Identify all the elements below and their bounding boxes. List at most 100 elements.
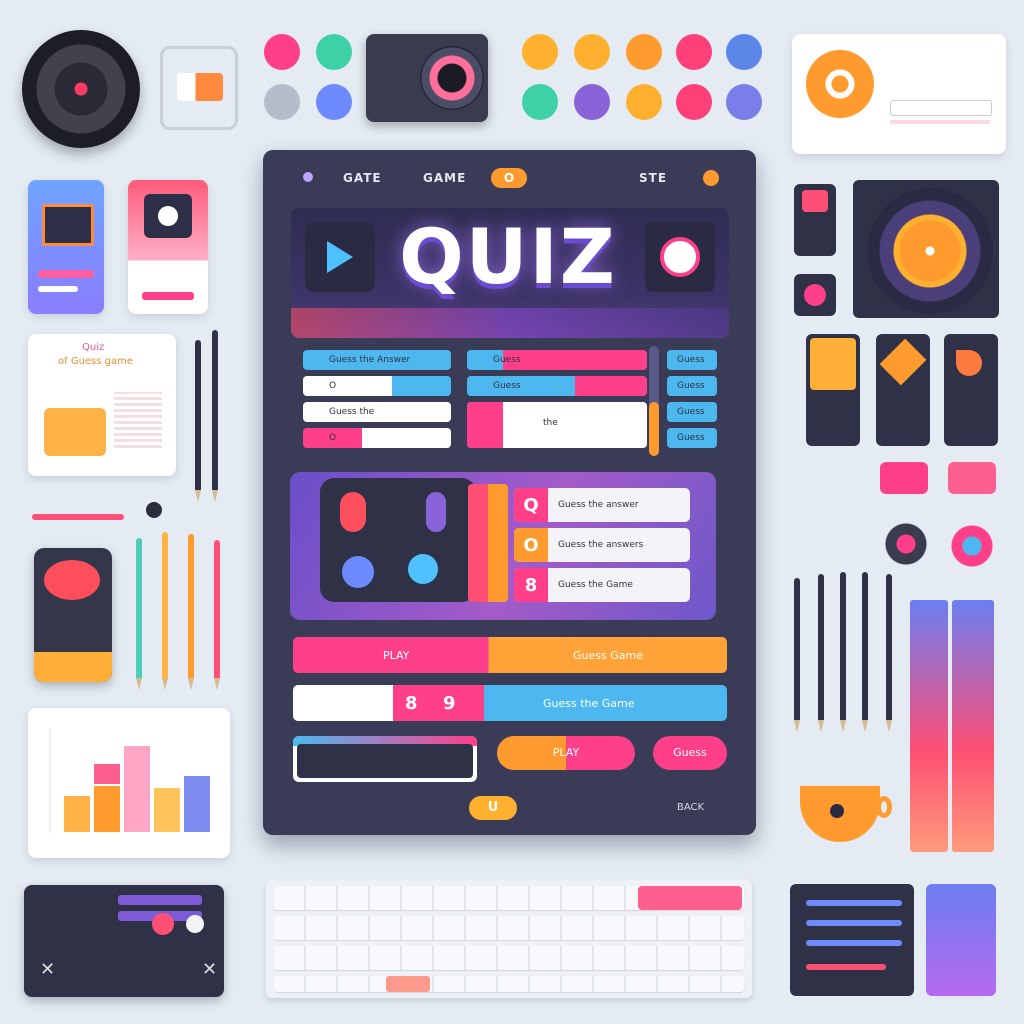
phone-card-blue	[28, 180, 104, 314]
dot-row	[293, 736, 477, 782]
teal-button[interactable]	[408, 554, 438, 584]
gradient-card	[926, 884, 996, 996]
control-panel: ✕ ✕	[24, 885, 224, 997]
answer-option[interactable]: 8 Guess the Game	[514, 568, 690, 602]
answer-option[interactable]: O Guess the answers	[514, 528, 690, 562]
mini-card[interactable]	[794, 184, 836, 256]
controller-pad	[320, 478, 476, 602]
guess-bar-tag: 8	[405, 692, 418, 714]
button-knob	[146, 502, 162, 518]
pencil	[136, 538, 142, 690]
play-bar[interactable]: PLAY Guess Game	[293, 637, 727, 673]
target-card	[792, 34, 1006, 154]
answer-option[interactable]: Q Guess the answer	[514, 488, 690, 522]
white-knob[interactable]	[186, 915, 204, 933]
pencil	[188, 534, 194, 690]
pencil	[794, 578, 800, 732]
target-icon	[806, 50, 874, 118]
phone-card-pink	[128, 180, 208, 314]
pencil	[195, 340, 201, 502]
tab-badge[interactable]: O	[491, 168, 527, 188]
red-knob[interactable]	[152, 913, 174, 935]
progress-track	[649, 346, 659, 456]
pencil	[840, 572, 846, 732]
teal-icon[interactable]	[316, 34, 352, 70]
notebook-card: Quiz of Guess game	[28, 334, 176, 476]
quiz-tablet: GATE GAME O STE QUIZ Guess the Answer O …	[263, 150, 756, 835]
teal-icon[interactable]	[522, 84, 558, 120]
phone-stand	[160, 46, 238, 130]
blue-icon[interactable]	[726, 34, 762, 70]
blue-icon[interactable]	[316, 84, 352, 120]
question-card[interactable]: the	[467, 402, 647, 448]
pink-icon[interactable]	[264, 34, 300, 70]
question-option[interactable]: Guess	[467, 350, 647, 370]
question-option[interactable]: O	[303, 428, 451, 448]
tab-end-icon[interactable]	[703, 170, 719, 186]
guess-bar-tag: 9	[443, 692, 456, 714]
question-option[interactable]: Guess the Answer	[303, 350, 451, 370]
game-card[interactable]	[876, 334, 930, 446]
red-button[interactable]	[340, 492, 366, 532]
vinyl-icon	[867, 188, 993, 314]
mini-card[interactable]	[794, 274, 836, 316]
question-card-text: the	[543, 418, 558, 428]
ruler-strip	[952, 600, 994, 852]
pink-chip[interactable]	[948, 462, 996, 494]
purple-button[interactable]	[426, 492, 446, 532]
question-option[interactable]: Guess the	[303, 402, 451, 422]
purple-icon[interactable]	[726, 84, 762, 120]
list-card	[790, 884, 914, 996]
game-card[interactable]	[944, 334, 998, 446]
question-option[interactable]: Guess	[467, 376, 647, 396]
side-button[interactable]: Guess	[667, 350, 717, 370]
orange-icon[interactable]	[574, 34, 610, 70]
pink-chip[interactable]	[880, 462, 928, 494]
side-button[interactable]: Guess	[667, 402, 717, 422]
pencil	[214, 540, 220, 690]
quiz-title: QUIZ	[399, 212, 617, 301]
answer-text: Guess the answer	[558, 500, 639, 510]
close-icon[interactable]: ✕	[40, 959, 55, 980]
answer-text: Guess the answers	[558, 540, 644, 550]
pencil-horizontal	[32, 514, 124, 520]
question-option[interactable]: O	[303, 376, 451, 396]
play-bar-left: PLAY	[383, 648, 410, 662]
blue-button[interactable]	[342, 556, 374, 588]
gray-icon[interactable]	[264, 84, 300, 120]
answer-panel: Q Guess the answer O Guess the answers 8…	[290, 472, 716, 620]
orange-icon[interactable]	[626, 84, 662, 120]
play-action-button[interactable]: PLAY	[497, 736, 635, 770]
play-icon[interactable]	[305, 222, 375, 292]
tab-gate[interactable]: GATE	[343, 171, 382, 185]
tab-dot-icon[interactable]	[303, 172, 313, 182]
orange-icon[interactable]	[522, 34, 558, 70]
guess-bar-right: Guess the Game	[543, 696, 635, 710]
game-controller	[34, 548, 112, 682]
bar-chart-card	[28, 708, 230, 858]
game-card[interactable]	[806, 334, 860, 446]
pink-icon[interactable]	[676, 84, 712, 120]
orange-icon[interactable]	[626, 34, 662, 70]
tab-game[interactable]: GAME	[423, 171, 466, 185]
purple-icon[interactable]	[574, 84, 610, 120]
answer-tag: O	[514, 528, 548, 562]
tab-ste[interactable]: STE	[639, 171, 667, 185]
pencil	[162, 532, 168, 690]
pencil	[862, 572, 868, 732]
close-icon[interactable]: ✕	[202, 959, 217, 980]
footer-back[interactable]: BACK	[677, 802, 704, 813]
guess-bar[interactable]: 8 9 Guess the Game	[293, 685, 727, 721]
footer-badge[interactable]: U	[469, 796, 517, 820]
bar-chart	[49, 728, 210, 833]
side-button[interactable]: Guess	[667, 376, 717, 396]
timer-icon[interactable]	[645, 222, 715, 292]
pink-icon[interactable]	[676, 34, 712, 70]
divider-strip	[468, 484, 508, 602]
keyboard-icon	[266, 880, 752, 998]
side-button[interactable]: Guess	[667, 428, 717, 448]
notebook-title: Quiz	[82, 342, 105, 353]
speaker-icon	[22, 30, 140, 148]
pencil	[818, 574, 824, 732]
guess-action-button[interactable]: Guess	[653, 736, 727, 770]
